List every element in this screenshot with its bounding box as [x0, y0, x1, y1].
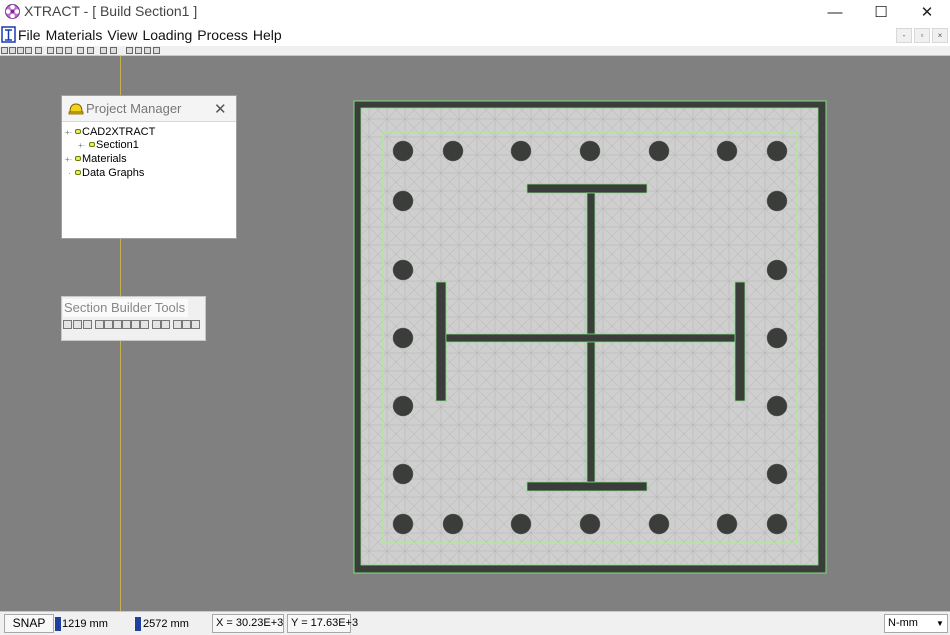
pencil-icon[interactable] — [65, 47, 72, 54]
menu-loading[interactable]: Loading — [142, 27, 192, 43]
hard-hat-icon — [68, 103, 84, 115]
rebar — [392, 513, 414, 535]
redo-icon[interactable] — [161, 320, 170, 329]
mdi-restore-button[interactable]: ▫ — [914, 28, 930, 43]
menu-process[interactable]: Process — [197, 27, 248, 43]
chevron-down-icon[interactable]: ▼ — [936, 619, 944, 628]
minimize-button[interactable]: — — [813, 0, 857, 24]
zoom-out-icon[interactable] — [73, 320, 82, 329]
width-dimension-icon — [55, 617, 61, 631]
grid-icon[interactable] — [47, 47, 54, 54]
rebar — [766, 190, 788, 212]
menu-items: File Materials View Loading Process Help — [18, 27, 287, 43]
fill-icon[interactable] — [113, 320, 122, 329]
rebar — [392, 327, 414, 349]
mdi-close-button[interactable]: × — [932, 28, 948, 43]
table-icon[interactable] — [191, 320, 200, 329]
rebar — [648, 513, 670, 535]
undo-icon[interactable] — [152, 320, 161, 329]
rebar — [510, 513, 532, 535]
project-manager-panel[interactable]: Project Manager ✕ +· CAD2XTRACT +· Secti… — [61, 95, 237, 239]
tree-expander[interactable]: +· — [65, 129, 72, 137]
document-icon[interactable] — [1, 26, 16, 43]
height-dimension-icon — [135, 617, 141, 631]
section-builder-tools-title: Section Builder Tools — [63, 299, 188, 317]
title-bar: XTRACT - [ Build Section1 ] — ☐ ✕ — [0, 0, 950, 24]
x-coordinate: X = 30.23E+3 — [212, 614, 284, 633]
rebar — [766, 259, 788, 281]
rebar — [510, 140, 532, 162]
section-width: 1219 mm — [62, 618, 108, 630]
tree-item-materials[interactable]: Materials — [75, 153, 127, 166]
rebar — [716, 140, 738, 162]
project-manager-title: Project Manager — [86, 101, 182, 116]
zoom-in-icon[interactable] — [63, 320, 72, 329]
rebar — [579, 140, 601, 162]
rebar — [442, 513, 464, 535]
rebar — [766, 513, 788, 535]
rebar — [392, 463, 414, 485]
tree-node-icon — [75, 170, 81, 175]
rebar — [392, 259, 414, 281]
tree-item-cad2xtract[interactable]: CAD2XTRACT — [75, 126, 155, 139]
menu-file[interactable]: File — [18, 27, 41, 43]
project-manager-header[interactable]: Project Manager ✕ — [62, 96, 236, 122]
dropdown-arrow-icon[interactable] — [110, 47, 117, 54]
i-beam-icon[interactable] — [95, 320, 104, 329]
grid-icon[interactable] — [182, 320, 191, 329]
save-icon[interactable] — [17, 47, 24, 54]
select-icon[interactable] — [104, 320, 113, 329]
rebar — [766, 463, 788, 485]
snap-toggle[interactable]: SNAP — [4, 614, 54, 633]
tree-item-data-graphs[interactable]: Data Graphs — [75, 167, 144, 180]
selection-icon[interactable] — [77, 47, 84, 54]
print-icon[interactable] — [173, 320, 182, 329]
xtract-flower-icon — [5, 4, 20, 19]
close-button[interactable]: ✕ — [905, 0, 949, 24]
menu-help[interactable]: Help — [253, 27, 282, 43]
chart-icon[interactable] — [56, 47, 63, 54]
tree-node-icon — [75, 129, 81, 134]
mdi-minimize-button[interactable]: - — [896, 28, 912, 43]
mesh-icon[interactable] — [87, 47, 94, 54]
print-icon[interactable] — [25, 47, 32, 54]
brush-icon[interactable] — [126, 47, 133, 54]
bar-icon[interactable] — [140, 320, 149, 329]
close-icon[interactable]: ✕ — [214, 100, 227, 118]
rebar — [766, 140, 788, 162]
tree-expander[interactable]: +· — [65, 156, 72, 164]
mesh-icon[interactable] — [122, 320, 131, 329]
flag-icon[interactable] — [100, 47, 107, 54]
rebar — [766, 395, 788, 417]
rebar — [442, 140, 464, 162]
rebar — [392, 395, 414, 417]
settings-icon[interactable] — [144, 47, 151, 54]
rebar — [392, 190, 414, 212]
maximize-button[interactable]: ☐ — [859, 0, 903, 24]
section-builder-tools-panel[interactable]: Section Builder Tools — [61, 296, 206, 341]
help-icon[interactable] — [153, 47, 160, 54]
toolbar — [0, 46, 950, 56]
rebar — [392, 140, 414, 162]
new-file-icon[interactable] — [1, 47, 8, 54]
color-icon[interactable] — [131, 320, 140, 329]
tree-expander[interactable]: +· — [78, 142, 85, 150]
section-height: 2572 mm — [143, 618, 189, 630]
zoom-fit-icon[interactable] — [83, 320, 92, 329]
tree-connector: · — [68, 169, 71, 178]
open-folder-icon[interactable] — [9, 47, 16, 54]
tool-icon[interactable] — [35, 47, 42, 54]
rebar — [716, 513, 738, 535]
rebar — [766, 327, 788, 349]
window-title: XTRACT - [ Build Section1 ] — [24, 3, 198, 19]
menu-materials[interactable]: Materials — [46, 27, 103, 43]
tree-node-icon — [75, 156, 81, 161]
rebar — [579, 513, 601, 535]
tree-node-icon — [89, 142, 95, 147]
tree-item-section1[interactable]: Section1 — [89, 139, 139, 152]
menu-view[interactable]: View — [107, 27, 137, 43]
rebar — [648, 140, 670, 162]
circle-icon[interactable] — [135, 47, 142, 54]
y-coordinate: Y = 17.63E+3 — [287, 614, 358, 633]
